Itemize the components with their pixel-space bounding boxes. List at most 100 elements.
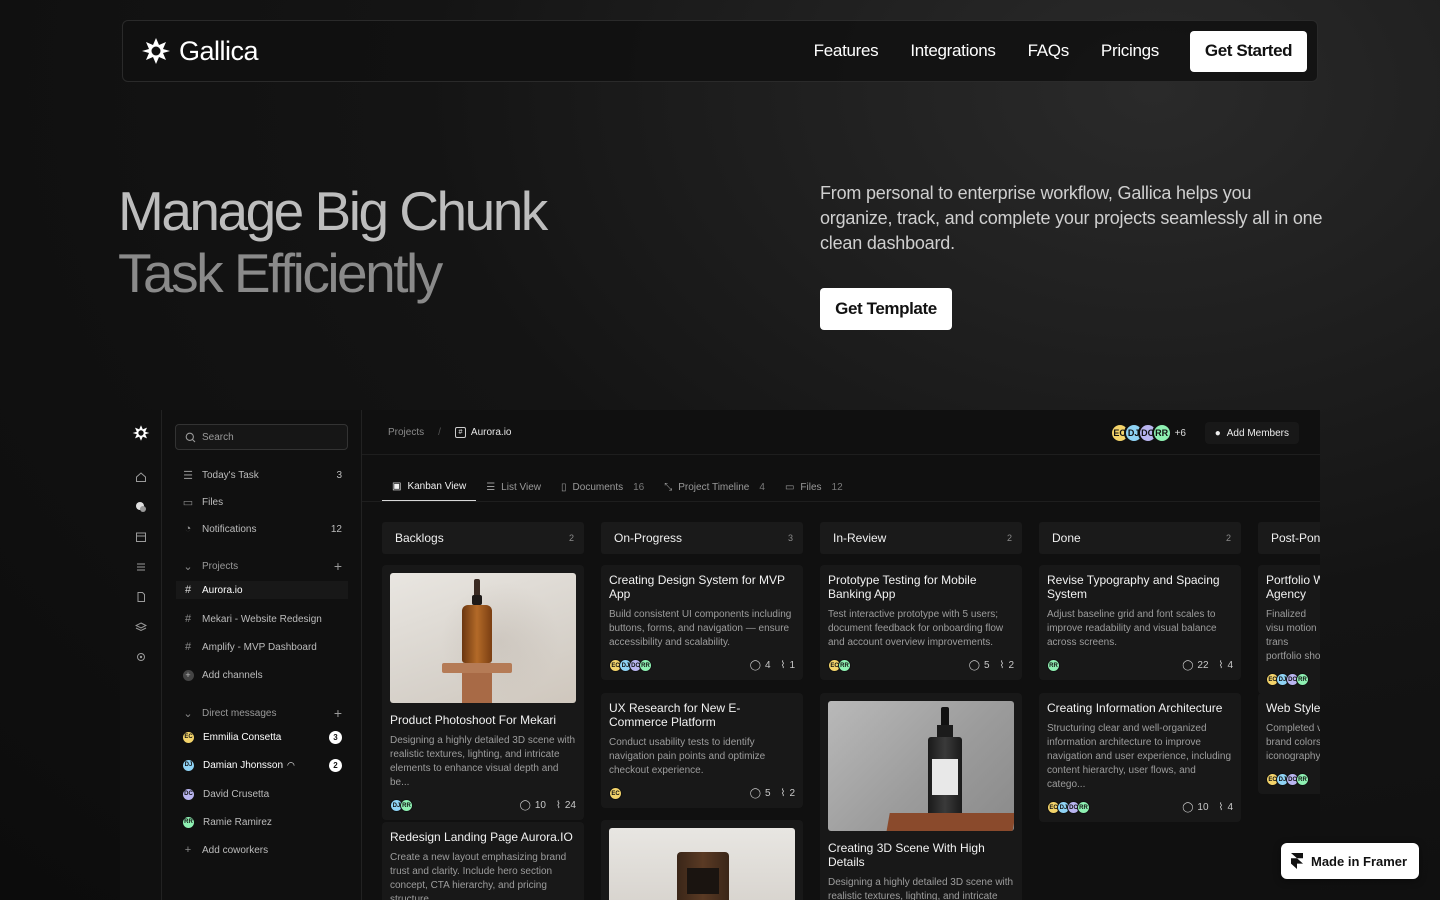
tab-files[interactable]: ▭ Files 12 (775, 472, 853, 502)
project-label: Amplify - MVP Dashboard (202, 641, 317, 653)
task-card[interactable]: Revise Typography and Spacing System Adj… (1039, 565, 1241, 680)
sidebar-item-amplify[interactable]: # Amplify - MVP Dashboard (182, 638, 342, 656)
sidebar-item-mekari[interactable]: # Mekari - Website Redesign (182, 610, 342, 628)
settings-icon[interactable] (134, 650, 148, 664)
get-template-button[interactable]: Get Template (820, 288, 952, 330)
framer-badge-label: Made in Framer (1311, 853, 1408, 869)
projects-header[interactable]: ⌄ Projects + (182, 557, 342, 575)
nav-links: Features Integrations FAQs Pricings (814, 41, 1160, 61)
add-coworkers-button[interactable]: + Add coworkers (182, 841, 342, 859)
dm-emmilia[interactable]: EC Emmilia Consetta 3 (182, 728, 342, 746)
card-footer: EC RR ◯ 5 ⌇ 2 (828, 659, 1014, 672)
hash-icon: # (184, 613, 192, 625)
sidebar-item-todays-task[interactable]: ☰ Today's Task 3 (182, 466, 342, 484)
home-icon[interactable] (134, 470, 148, 484)
app-logo-icon[interactable] (132, 424, 150, 442)
sidebar-item-files[interactable]: ▭ Files (182, 493, 342, 511)
member-avatars[interactable]: EC DJ DC RR +6 (1109, 423, 1186, 443)
task-card[interactable]: Redesign Landing Page Aurora.IO Create a… (382, 822, 584, 900)
nav-link-faqs[interactable]: FAQs (1028, 41, 1070, 61)
tab-kanban[interactable]: ▣ Kanban View (382, 472, 477, 502)
unread-badge: 2 (329, 758, 342, 772)
logo[interactable]: Gallica (141, 35, 259, 67)
card-description: Completed v brand colors iconography (1266, 723, 1320, 762)
add-dm-icon[interactable]: + (334, 705, 342, 721)
avatar: RR (639, 659, 652, 672)
attachment-count-value: 4 (1227, 802, 1233, 813)
attachment-count: ⌇ 2 (1000, 660, 1014, 671)
dm-david[interactable]: DC David Crusetta (182, 785, 342, 803)
column-header[interactable]: On-Progress 3 (601, 522, 803, 554)
comment-count: ◯ 10 (1182, 802, 1208, 813)
avatar: DC (182, 787, 195, 801)
paperclip-icon: ⌇ (999, 660, 1005, 671)
folder-icon: ▭ (784, 481, 795, 493)
search-input[interactable]: Search (175, 424, 348, 450)
task-card[interactable]: UX Research for New E-Commerce Platform … (601, 693, 803, 808)
search-icon (185, 432, 196, 442)
nav-link-features[interactable]: Features (814, 41, 879, 61)
assignee-avatars: RR (1047, 659, 1060, 672)
add-members-button[interactable]: ● Add Members (1204, 422, 1299, 444)
sidebar-item-aurora[interactable]: # Aurora.io (176, 581, 348, 599)
task-card[interactable]: Creating 3D Scene With High Details Desi… (820, 693, 1022, 900)
tab-label: Documents (572, 481, 624, 493)
chevron-down-icon: ⌄ (183, 560, 193, 573)
add-coworkers-label: Add coworkers (202, 844, 269, 856)
dm-ramie[interactable]: RR Ramie Ramirez (182, 813, 342, 831)
column-header[interactable]: Backlogs 2 (382, 522, 584, 554)
dm-name: David Crusetta (203, 788, 270, 800)
folder-icon: ▭ (182, 496, 194, 509)
assignee-avatars: EC DJ DC RR (1047, 801, 1090, 814)
breadcrumb-current[interactable]: # Aurora.io (454, 426, 511, 438)
add-channels-button[interactable]: + Add channels (182, 666, 342, 684)
hash-icon: # (184, 641, 192, 653)
task-card[interactable]: Prototype Testing for Mobile Banking App… (820, 565, 1022, 680)
card-description: Finalized visu motion trans portfolio sh… (1266, 609, 1320, 662)
task-card[interactable]: Web Style Completed v brand colors icono… (1258, 693, 1320, 794)
tab-documents[interactable]: ▯ Documents 16 (551, 472, 654, 502)
nav-link-integrations[interactable]: Integrations (910, 41, 996, 61)
list-icon[interactable] (134, 560, 148, 574)
add-project-icon[interactable]: + (334, 558, 342, 574)
tab-label: Kanban View (407, 480, 467, 492)
tab-timeline[interactable]: ⤡ Project Timeline 4 (654, 472, 775, 502)
get-started-button[interactable]: Get Started (1190, 30, 1307, 72)
tab-list[interactable]: ☰ List View (476, 472, 551, 502)
task-card[interactable]: Product Photoshoot For Mekari Designing … (382, 565, 584, 820)
direct-messages-header[interactable]: ⌄ Direct messages + (182, 704, 342, 722)
brand-name: Gallica (179, 35, 259, 66)
column-header[interactable]: Post-Pone (1258, 522, 1320, 554)
user-icon: ● (1214, 427, 1221, 439)
task-card[interactable] (601, 820, 803, 900)
calendar-icon[interactable] (134, 530, 148, 544)
sidebar-item-notifications[interactable]: ◔ Notifications 12 (182, 520, 342, 538)
column-count: 3 (787, 533, 793, 543)
dm-damian[interactable]: DJ Damian Jhonsson ◠ 2 (182, 756, 342, 774)
app-preview: Search ☰ Today's Task 3 ▭ Files ◔ Notifi… (120, 410, 1320, 900)
plus-circle-icon: + (182, 669, 194, 681)
column-header[interactable]: In-Review 2 (820, 522, 1022, 554)
tabs-divider (362, 501, 1320, 502)
sidebar: Search ☰ Today's Task 3 ▭ Files ◔ Notifi… (162, 410, 362, 900)
checklist-icon: ☰ (183, 469, 193, 482)
task-card[interactable]: Creating Design System for MVP App Build… (601, 565, 803, 680)
made-in-framer-badge[interactable]: Made in Framer (1281, 843, 1419, 879)
kanban-column-backlogs: Backlogs 2 Product Photoshoot For Mekari… (382, 522, 584, 900)
column-header[interactable]: Done 2 (1039, 522, 1241, 554)
unread-badge: 3 (329, 730, 342, 744)
project-icon: # (454, 426, 466, 438)
comment-count: ◯ 4 (750, 660, 771, 671)
paperclip-icon: ⌇ (780, 788, 786, 799)
comment-icon: ◯ (519, 800, 531, 811)
chat-icon[interactable] (134, 500, 148, 514)
card-footer: DJ RR ◯ 10 ⌇ 24 (390, 799, 576, 812)
attachment-count: ⌇ 24 (556, 800, 576, 811)
column-title: Backlogs (395, 531, 444, 545)
nav-link-pricings[interactable]: Pricings (1101, 41, 1159, 61)
document-icon[interactable] (134, 590, 148, 604)
breadcrumb-projects[interactable]: Projects (388, 427, 424, 438)
task-card[interactable]: Portfolio W Agency Finalized visu motion… (1258, 565, 1320, 694)
layers-icon[interactable] (134, 620, 148, 634)
task-card[interactable]: Creating Information Architecture Struct… (1039, 693, 1241, 822)
